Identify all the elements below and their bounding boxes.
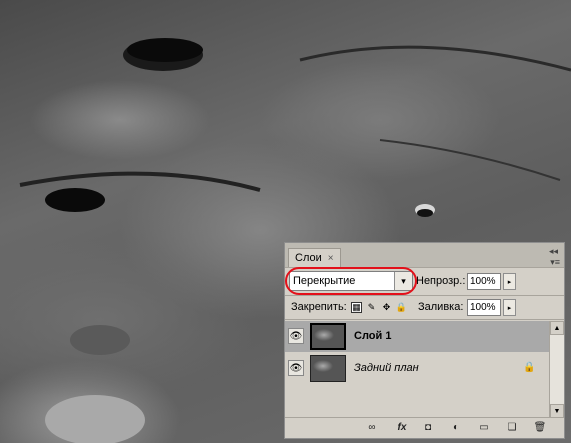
lock-transparency-icon[interactable]: ▦	[351, 302, 362, 313]
divider	[285, 319, 564, 320]
layers-scrollbar[interactable]: ▲ ▼	[549, 321, 564, 418]
lock-label: Закрепить:	[291, 301, 347, 313]
layer-thumbnail[interactable]	[310, 323, 346, 350]
layer-name[interactable]: Задний план	[354, 362, 419, 374]
tab-layers-label: Слои	[295, 252, 322, 264]
layer-thumbnail[interactable]	[310, 355, 346, 382]
opacity-input[interactable]: 100%	[467, 273, 501, 290]
delete-layer-icon[interactable]: 🗑	[533, 421, 547, 434]
link-layers-icon[interactable]: ∞	[365, 421, 379, 434]
add-mask-icon[interactable]: ◘	[421, 421, 435, 434]
fill-slider-button[interactable]: ▸	[503, 299, 516, 316]
lock-icon: 🔒	[523, 362, 536, 373]
layer-name[interactable]: Слой 1	[354, 330, 391, 342]
collapse-panel-icon[interactable]: ◂◂	[549, 246, 558, 257]
panel-menu-icon[interactable]: ▾≡	[550, 257, 560, 268]
new-layer-icon[interactable]: ❏	[505, 421, 519, 434]
blend-mode-select[interactable]: Перекрытие ▾	[289, 271, 413, 291]
visibility-eye-icon[interactable]: 👁	[288, 360, 304, 376]
lock-all-icon[interactable]: 🔒	[396, 302, 407, 313]
opacity-label: Непрозр.:	[416, 275, 466, 287]
panel-tab-bar: Слои × ◂◂ ▾≡	[285, 243, 564, 268]
tab-layers[interactable]: Слои ×	[288, 248, 341, 267]
fill-input[interactable]: 100%	[467, 299, 501, 316]
fill-label: Заливка:	[418, 301, 464, 313]
scroll-down-icon[interactable]: ▼	[550, 404, 564, 418]
layer-style-icon[interactable]: fx	[395, 421, 409, 434]
layer-row-background[interactable]: 👁 Задний план 🔒	[285, 353, 550, 384]
new-group-icon[interactable]: ▭	[477, 421, 491, 434]
scroll-up-icon[interactable]: ▲	[550, 321, 564, 335]
adjustment-layer-icon[interactable]: ◐	[449, 421, 463, 434]
blend-mode-value: Перекрытие	[293, 275, 356, 287]
layer-row-layer1[interactable]: 👁 Слой 1	[285, 321, 550, 352]
close-icon[interactable]: ×	[328, 253, 334, 264]
lock-image-icon[interactable]: ✎	[366, 302, 377, 313]
lock-position-icon[interactable]: ✥	[381, 302, 392, 313]
visibility-eye-icon[interactable]: 👁	[288, 328, 304, 344]
divider	[285, 295, 564, 296]
opacity-slider-button[interactable]: ▸	[503, 273, 516, 290]
layers-panel: Слои × ◂◂ ▾≡ Перекрытие ▾ Непрозр.: 100%…	[284, 242, 565, 439]
panel-bottom-toolbar: ∞ fx ◘ ◐ ▭ ❏ 🗑	[285, 417, 564, 438]
chevron-down-icon[interactable]: ▾	[394, 272, 412, 290]
